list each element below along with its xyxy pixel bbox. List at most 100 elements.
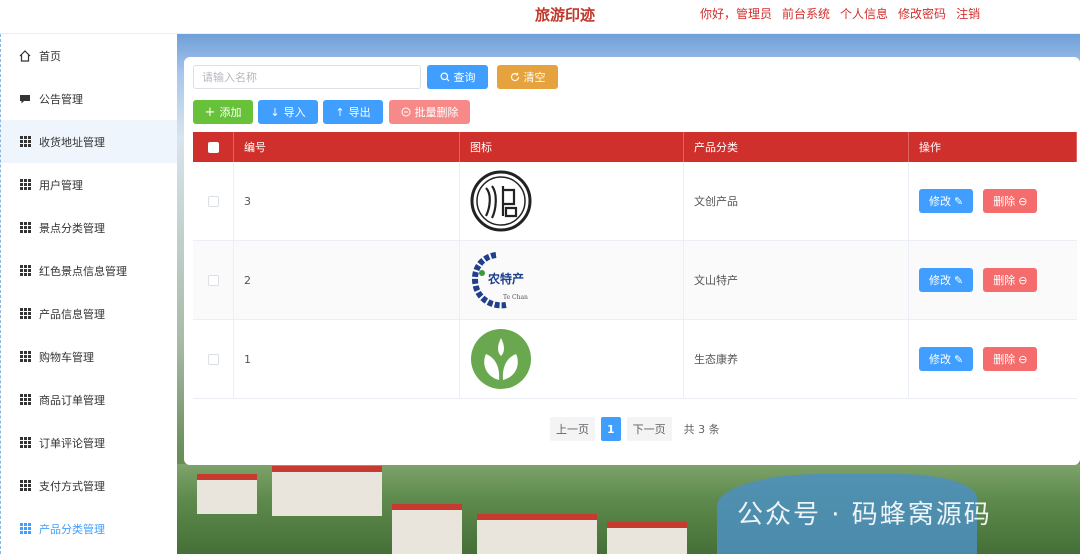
sidebar-item-product-info[interactable]: 产品信息管理 — [1, 292, 177, 335]
message-icon — [19, 93, 31, 105]
query-button[interactable]: 查询 — [427, 65, 488, 89]
grid-icon — [19, 523, 31, 535]
sidebar-item-red-scenic[interactable]: 红色景点信息管理 — [1, 249, 177, 292]
arrow-down-icon: ↓ — [270, 105, 280, 119]
add-button[interactable]: + 添加 — [193, 100, 253, 124]
add-label: 添加 — [219, 106, 242, 119]
leaf-logo-icon — [471, 329, 531, 389]
table-header: 编号 图标 产品分类 操作 — [193, 132, 1077, 162]
edit-button[interactable]: 修改 ✎ — [919, 347, 974, 371]
sidebar-item-label: 红色景点信息管理 — [39, 264, 127, 278]
grid-icon — [19, 136, 31, 148]
batch-delete-button[interactable]: 批量删除 — [389, 100, 470, 124]
sidebar-item-payment[interactable]: 支付方式管理 — [1, 464, 177, 507]
table-row: 3 文创产品 修改 ✎ 删除 ⊖ — [193, 162, 1077, 241]
column-header: 图标 — [460, 132, 684, 162]
minus-circle-icon: ⊖ — [1018, 194, 1028, 208]
row-checkbox[interactable] — [207, 195, 219, 207]
tc-specialty-logo-icon: 农特产 Te Chan — [472, 252, 528, 309]
sidebar-item-cart[interactable]: 购物车管理 — [1, 335, 177, 378]
delete-button[interactable]: 删除 ⊖ — [983, 268, 1038, 292]
actions-cell: 修改 ✎ 删除 ⊖ — [909, 162, 1077, 240]
row-select-cell — [193, 241, 234, 319]
tc-en-text: Te Chan — [503, 294, 528, 301]
sidebar-item-label: 产品信息管理 — [39, 307, 105, 321]
sidebar: 首页 公告管理 收货地址管理 用户管理 景点分类管理 红色景点信息管理 产品信息… — [0, 34, 177, 554]
import-button[interactable]: ↓ 导入 — [258, 100, 318, 124]
row-select-cell — [193, 162, 234, 240]
sidebar-item-label: 公告管理 — [39, 92, 83, 106]
site-title: 旅游印迹 — [535, 6, 596, 24]
icon-cell — [460, 162, 684, 240]
sidebar-item-scenic-category[interactable]: 景点分类管理 — [1, 206, 177, 249]
actions-cell: 修改 ✎ 删除 ⊖ — [909, 241, 1077, 319]
row-select-cell — [193, 320, 234, 398]
sidebar-item-label: 支付方式管理 — [39, 479, 105, 493]
search-icon — [440, 72, 449, 82]
column-header: 操作 — [909, 132, 1077, 162]
edit-icon: ✎ — [954, 352, 964, 366]
tc-cn-text: 农特产 — [487, 271, 524, 286]
total-count: 共 3 条 — [683, 423, 720, 436]
profile-link[interactable]: 个人信息 — [840, 5, 888, 22]
edit-icon: ✎ — [954, 273, 964, 287]
delete-button[interactable]: 删除 ⊖ — [983, 189, 1038, 213]
prev-page-button[interactable]: 上一页 — [550, 417, 595, 441]
table-row: 2 农特产 Te Chan 文山特产 修改 ✎ 删除 ⊖ — [193, 241, 1077, 320]
sidebar-item-users[interactable]: 用户管理 — [1, 163, 177, 206]
sidebar-item-orders[interactable]: 商品订单管理 — [1, 378, 177, 421]
sidebar-item-label: 产品分类管理 — [39, 522, 105, 536]
sidebar-item-address[interactable]: 收货地址管理 — [1, 120, 177, 163]
change-password-link[interactable]: 修改密码 — [898, 5, 946, 22]
name-search-input[interactable] — [193, 65, 421, 89]
sidebar-item-product-category[interactable]: 产品分类管理 — [1, 507, 177, 550]
table-row: 1 生态康养 修改 ✎ 删除 ⊖ — [193, 320, 1077, 399]
house — [392, 504, 462, 554]
category-cell: 生态康养 — [684, 320, 909, 398]
house — [197, 474, 257, 514]
sidebar-item-notice[interactable]: 公告管理 — [1, 77, 177, 120]
export-button[interactable]: ↑ 导出 — [323, 100, 383, 124]
top-header: 旅游印迹 你好，管理员 前台系统 个人信息 修改密码 注销 — [0, 0, 1080, 34]
house — [607, 522, 687, 554]
next-page-button[interactable]: 下一页 — [626, 417, 672, 441]
edit-button[interactable]: 修改 ✎ — [919, 189, 974, 213]
grid-icon — [19, 222, 31, 234]
actions-cell: 修改 ✎ 删除 ⊖ — [909, 320, 1077, 398]
header-nav: 你好，管理员 前台系统 个人信息 修改密码 注销 — [700, 5, 980, 22]
grid-icon — [19, 437, 31, 449]
grid-icon — [19, 308, 31, 320]
seal-logo-icon — [470, 170, 532, 232]
edit-label: 修改 — [929, 274, 951, 287]
grid-icon — [19, 179, 31, 191]
sidebar-item-label: 商品订单管理 — [39, 393, 105, 407]
sidebar-item-label: 购物车管理 — [39, 350, 94, 364]
grid-icon — [19, 394, 31, 406]
row-checkbox[interactable] — [207, 274, 219, 286]
front-system-link[interactable]: 前台系统 — [782, 5, 830, 22]
greeting-text: 你好，管理员 — [700, 7, 773, 21]
category-table: 编号 图标 产品分类 操作 3 文创产品 修改 ✎ 删除 ⊖ 2 农特产 Te … — [193, 132, 1077, 399]
page-number-current[interactable]: 1 — [601, 417, 621, 441]
grid-icon — [19, 351, 31, 363]
sidebar-item-home[interactable]: 首页 — [1, 34, 177, 77]
home-icon — [19, 49, 31, 62]
column-header: 产品分类 — [684, 132, 909, 162]
clear-label: 清空 — [523, 71, 546, 84]
watermark-text: 公众号 · 码蜂窝源码 — [737, 500, 992, 530]
refresh-icon — [510, 72, 519, 82]
row-checkbox[interactable] — [207, 353, 219, 365]
select-all-cell — [193, 132, 234, 162]
minus-circle-icon — [401, 107, 410, 117]
clear-button[interactable]: 清空 — [497, 65, 558, 89]
delete-label: 删除 — [993, 274, 1016, 287]
house — [477, 514, 597, 554]
edit-button[interactable]: 修改 ✎ — [919, 268, 974, 292]
delete-label: 删除 — [993, 195, 1016, 208]
logout-link[interactable]: 注销 — [956, 5, 980, 22]
edit-label: 修改 — [929, 353, 951, 366]
sidebar-item-order-comments[interactable]: 订单评论管理 — [1, 421, 177, 464]
select-all-checkbox[interactable] — [207, 141, 219, 153]
delete-button[interactable]: 删除 ⊖ — [983, 347, 1038, 371]
arrow-up-icon: ↑ — [335, 105, 345, 119]
